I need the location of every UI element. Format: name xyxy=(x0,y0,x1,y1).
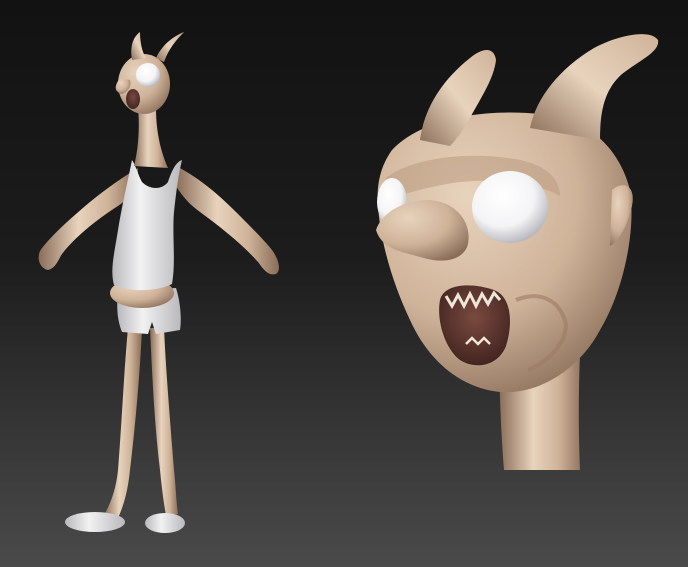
sculpt-render xyxy=(0,0,688,567)
small-mouth xyxy=(126,89,140,109)
left-slipper xyxy=(65,512,125,532)
viewport xyxy=(0,0,688,567)
right-slipper xyxy=(145,513,185,533)
small-eye xyxy=(136,63,160,87)
bust-eye-large xyxy=(472,171,548,243)
